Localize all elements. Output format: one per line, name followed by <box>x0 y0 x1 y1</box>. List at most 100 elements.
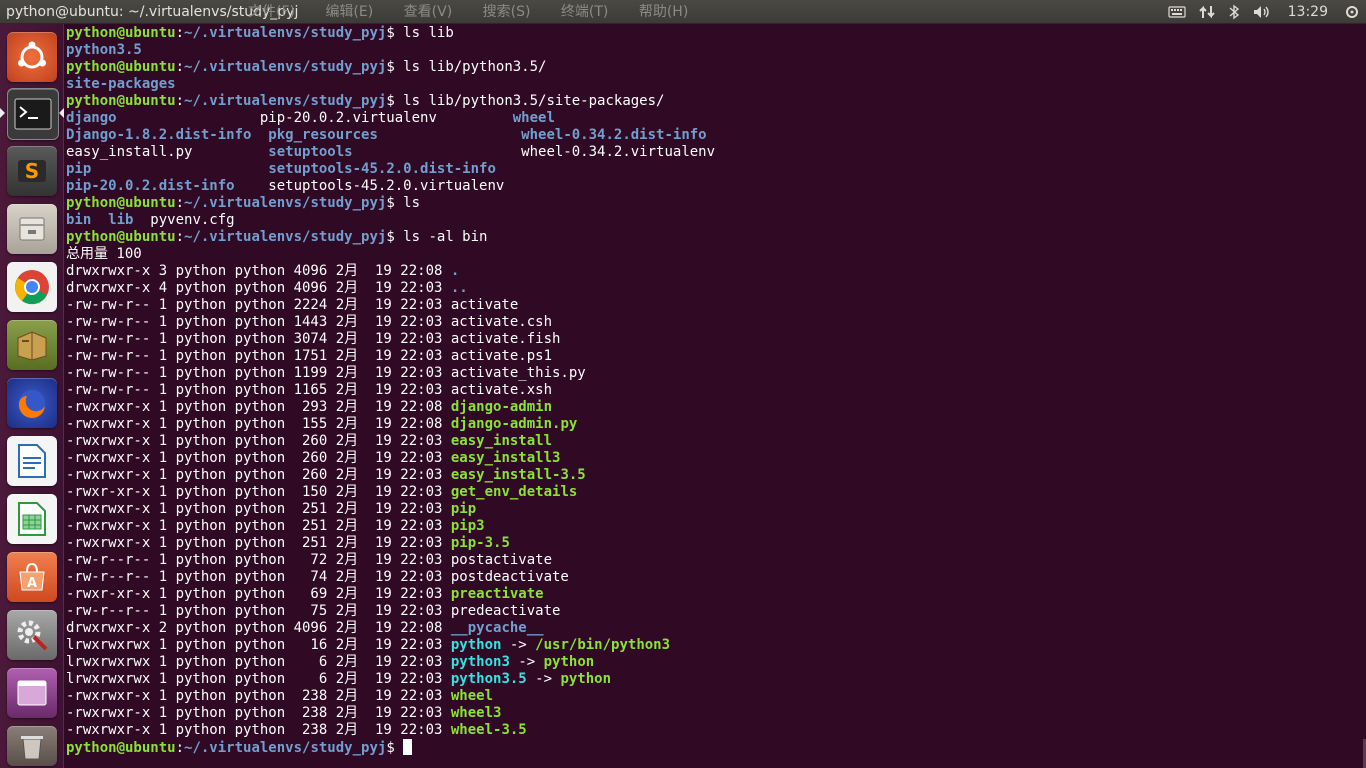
terminal-text-dir: bin <box>66 212 92 228</box>
libreoffice-calc-icon[interactable] <box>7 494 57 544</box>
terminal-line: python@ubuntu:~/.virtualenvs/study_pyj$ … <box>66 25 715 42</box>
terminal-text-plain: -rw-rw-r-- 1 python python 3074 2月 19 22… <box>66 331 561 347</box>
clock[interactable]: 13:29 <box>1288 0 1328 24</box>
terminal-text-plain: $ ls lib/python3.5/site-packages/ <box>386 93 665 109</box>
terminal-line: -rwxrwxr-x 1 python python 238 2月 19 22:… <box>66 705 715 722</box>
terminal-text-plain: $ ls lib/python3.5/ <box>386 59 547 75</box>
terminal-text-path: ~/.virtualenvs/study_pyj <box>184 93 387 109</box>
terminal-text-path: ~/.virtualenvs/study_pyj <box>184 59 387 75</box>
terminal-text-plain: 总用量 100 <box>66 246 142 262</box>
terminal-text-plain: -rw-rw-r-- 1 python python 1165 2月 19 22… <box>66 382 553 398</box>
terminal-line: drwxrwxr-x 3 python python 4096 2月 19 22… <box>66 263 715 280</box>
menu-help[interactable]: 帮助(H) <box>639 4 688 20</box>
terminal-output[interactable]: python@ubuntu:~/.virtualenvs/study_pyj$ … <box>66 25 715 756</box>
terminal-text-plain: -rwxrwxr-x 1 python python 238 2月 19 22:… <box>66 722 451 738</box>
terminal-text-plain: lrwxrwxrwx 1 python python 6 2月 19 22:03 <box>66 671 451 687</box>
terminal-text-exe: wheel-3.5 <box>450 722 527 738</box>
system-settings-icon[interactable] <box>7 610 57 660</box>
terminal-text-exe: easy_install-3.5 <box>450 467 586 483</box>
terminal-text-plain: $ ls <box>386 195 421 211</box>
terminal-text-plain: -rw-rw-r-- 1 python python 1443 2月 19 22… <box>66 314 553 330</box>
book-icon[interactable] <box>7 320 57 370</box>
terminal-text-exe: easy_install <box>450 433 553 449</box>
terminal-text-plain: drwxrwxr-x 4 python python 4096 2月 19 22… <box>66 280 451 296</box>
terminal-line: python@ubuntu:~/.virtualenvs/study_pyj$ <box>66 739 715 756</box>
indicator-area: 13:29 <box>1162 0 1366 24</box>
terminal-line: -rwxrwxr-x 1 python python 260 2月 19 22:… <box>66 450 715 467</box>
terminal-line: python3.5 <box>66 42 715 59</box>
terminal-line: -rw-r--r-- 1 python python 72 2月 19 22:0… <box>66 552 715 569</box>
terminal-line: -rw-rw-r-- 1 python python 2224 2月 19 22… <box>66 297 715 314</box>
trash-icon[interactable] <box>7 726 57 766</box>
terminal-line: lrwxrwxrwx 1 python python 6 2月 19 22:03… <box>66 671 715 688</box>
chrome-icon[interactable] <box>7 262 57 312</box>
workspace-switcher-icon[interactable] <box>7 668 57 718</box>
menu-view[interactable]: 查看(V) <box>404 4 453 20</box>
terminal-text-user: python@ubuntu <box>66 59 176 75</box>
terminal-text-plain: -rwxrwxr-x 1 python python 260 2月 19 22:… <box>66 433 451 449</box>
terminal-line: -rwxrwxr-x 1 python python 251 2月 19 22:… <box>66 518 715 535</box>
libreoffice-writer-icon[interactable] <box>7 436 57 486</box>
terminal-line: -rwxr-xr-x 1 python python 150 2月 19 22:… <box>66 484 715 501</box>
terminal-text-lnk: python <box>450 637 502 653</box>
files-icon[interactable] <box>7 204 57 254</box>
launcher: S A <box>0 24 64 768</box>
terminal-text-dir: . <box>450 263 460 279</box>
menu-file[interactable]: 文件(F) <box>248 4 295 20</box>
terminal-text-plain: -rwxrwxr-x 1 python python 251 2月 19 22:… <box>66 518 451 534</box>
menu-terminal[interactable]: 终端(T) <box>561 4 608 20</box>
terminal-window[interactable]: python@ubuntu:~/.virtualenvs/study_pyj$ … <box>64 24 1366 768</box>
terminal-text-user: python@ubuntu <box>66 740 176 756</box>
terminal-text-plain: -rwxrwxr-x 1 python python 238 2月 19 22:… <box>66 705 451 721</box>
terminal-line: bin lib pyvenv.cfg <box>66 212 715 229</box>
terminal-text-lnk: python3.5 <box>450 671 527 687</box>
terminal-text-plain: : <box>175 195 185 211</box>
menu-search[interactable]: 搜索(S) <box>483 4 531 20</box>
terminal-text-dir: setuptools-45.2.0.dist-info <box>268 161 496 177</box>
terminal-text-plain: -rwxrwxr-x 1 python python 260 2月 19 22:… <box>66 450 451 466</box>
terminal-text-exe: preactivate <box>450 586 544 602</box>
terminal-line: -rwxr-xr-x 1 python python 69 2月 19 22:0… <box>66 586 715 603</box>
menu-edit[interactable]: 编辑(E) <box>325 4 373 20</box>
terminal-text-plain: : <box>175 25 185 41</box>
terminal-text-plain: -rw-rw-r-- 1 python python 1751 2月 19 22… <box>66 348 553 364</box>
terminal-line: -rwxrwxr-x 1 python python 251 2月 19 22:… <box>66 501 715 518</box>
terminal-line: drwxrwxr-x 4 python python 4096 2月 19 22… <box>66 280 715 297</box>
terminal-text-plain: pyvenv.cfg <box>133 212 235 228</box>
terminal-text-plain: -rwxr-xr-x 1 python python 69 2月 19 22:0… <box>66 586 451 602</box>
terminal-text-exe: python <box>560 671 612 687</box>
terminal-text-plain <box>91 212 108 228</box>
terminal-text-plain: drwxrwxr-x 2 python python 4096 2月 19 22… <box>66 620 451 636</box>
terminal-line: lrwxrwxrwx 1 python python 6 2月 19 22:03… <box>66 654 715 671</box>
terminal-line: -rw-rw-r-- 1 python python 1443 2月 19 22… <box>66 314 715 331</box>
terminal-line: -rwxrwxr-x 1 python python 238 2月 19 22:… <box>66 688 715 705</box>
terminal-text-user: python@ubuntu <box>66 229 176 245</box>
terminal-text-exe: /usr/bin/python3 <box>535 637 671 653</box>
terminal-text-exe: django-admin <box>450 399 553 415</box>
software-center-icon[interactable]: A <box>7 552 57 602</box>
terminal-text-plain: -rwxrwxr-x 1 python python 251 2月 19 22:… <box>66 501 451 517</box>
terminal-line: drwxrwxr-x 2 python python 4096 2月 19 22… <box>66 620 715 637</box>
terminal-text-plain: -rw-rw-r-- 1 python python 1199 2月 19 22… <box>66 365 586 381</box>
sublime-text-icon[interactable]: S <box>7 146 57 196</box>
terminal-text-dir: setuptools <box>268 144 353 160</box>
terminal-icon[interactable] <box>7 88 59 140</box>
terminal-line: -rwxrwxr-x 1 python python 251 2月 19 22:… <box>66 535 715 552</box>
terminal-text-plain: -rw-r--r-- 1 python python 75 2月 19 22:0… <box>66 603 561 619</box>
terminal-text-plain: -rwxr-xr-x 1 python python 150 2月 19 22:… <box>66 484 451 500</box>
terminal-text-plain: easy_install.py <box>66 144 269 160</box>
dash-ubuntu-icon[interactable] <box>7 32 57 82</box>
terminal-text-dir: python3.5 <box>66 42 142 58</box>
volume-icon[interactable] <box>1252 0 1272 24</box>
terminal-line: -rwxrwxr-x 1 python python 293 2月 19 22:… <box>66 399 715 416</box>
power-gear-icon[interactable] <box>1344 0 1360 24</box>
terminal-text-dir: .. <box>450 280 468 296</box>
terminal-line: -rw-rw-r-- 1 python python 3074 2月 19 22… <box>66 331 715 348</box>
terminal-text-plain: -rwxrwxr-x 1 python python 238 2月 19 22:… <box>66 688 451 704</box>
terminal-text-path: ~/.virtualenvs/study_pyj <box>184 229 387 245</box>
keyboard-icon[interactable] <box>1168 0 1186 24</box>
network-icon[interactable] <box>1198 0 1216 24</box>
bluetooth-icon[interactable] <box>1228 0 1240 24</box>
terminal-text-exe: python <box>543 654 595 670</box>
firefox-icon[interactable] <box>7 378 57 428</box>
